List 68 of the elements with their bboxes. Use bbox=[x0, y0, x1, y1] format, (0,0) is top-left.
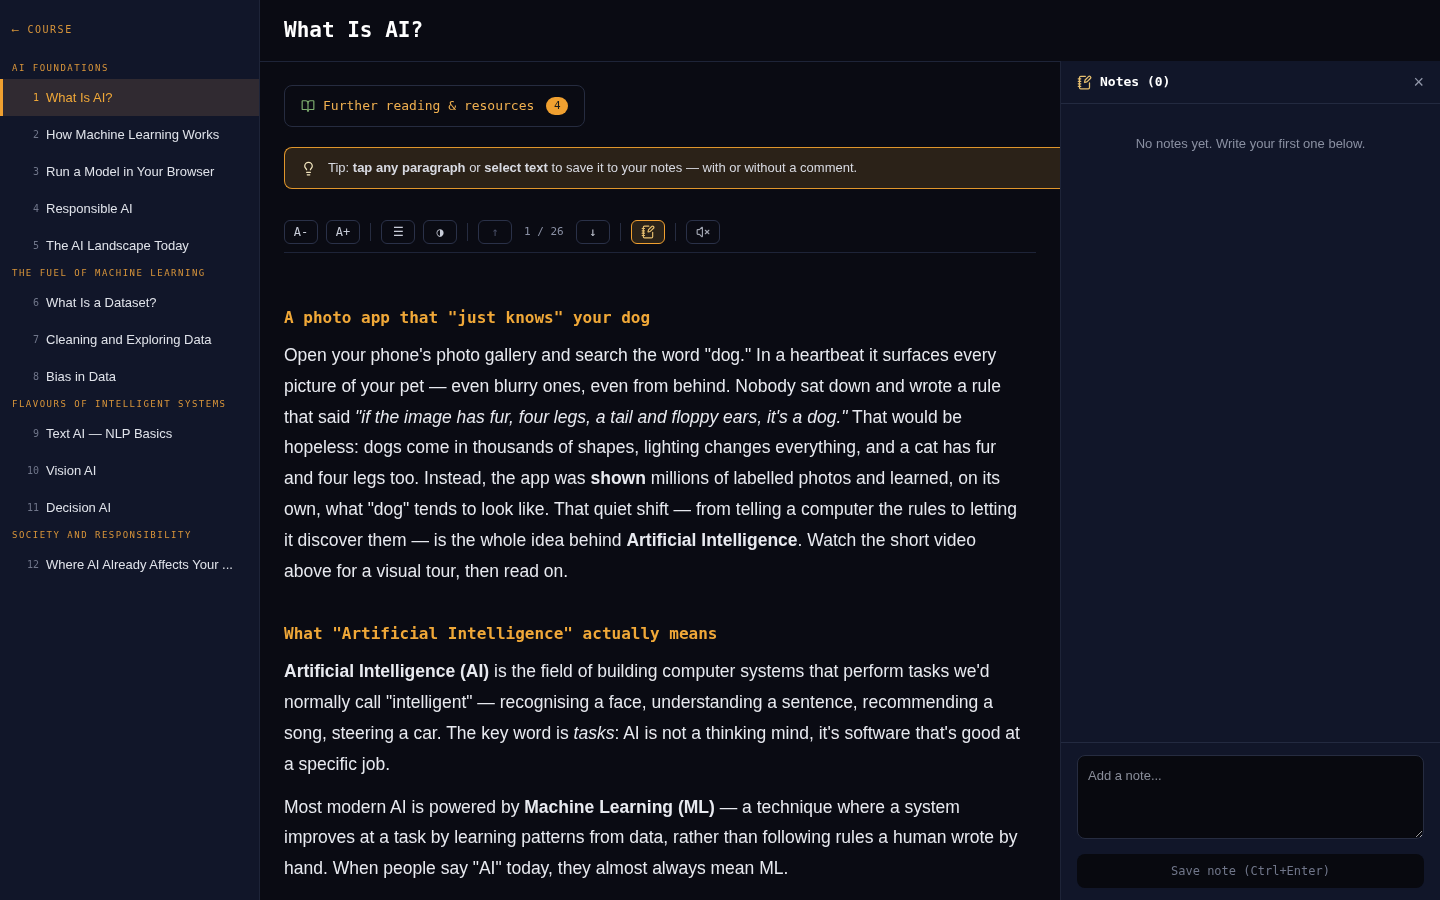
section-heading: A photo app that "just knows" your dog bbox=[284, 307, 652, 329]
empty-notes-message: No notes yet. Write your first one below. bbox=[1134, 135, 1367, 153]
back-link[interactable]: ⟵ COURSE bbox=[0, 22, 259, 37]
toolbar-button[interactable]: A+ bbox=[326, 220, 360, 244]
lesson-title: Cleaning and Exploring Data bbox=[46, 330, 212, 349]
lesson-number: 12 bbox=[27, 558, 39, 572]
resources-button[interactable]: Further reading & resources 4 bbox=[284, 85, 586, 127]
lesson-number: 5 bbox=[31, 239, 39, 253]
page-title: What Is AI? bbox=[284, 16, 424, 44]
note-input-field[interactable]: Add a note... bbox=[1077, 755, 1424, 839]
lesson-item[interactable]: 12 Where AI Already Affects Your ... bbox=[0, 546, 259, 583]
lesson-title: How Machine Learning Works bbox=[46, 125, 220, 144]
lesson-number: 11 bbox=[27, 501, 39, 515]
lesson-title: Vision AI bbox=[46, 461, 97, 480]
lesson-item[interactable]: 11 Decision AI bbox=[0, 489, 259, 526]
lesson-item[interactable]: 8 Bias in Data bbox=[0, 358, 259, 395]
lightbulb-icon bbox=[301, 160, 316, 176]
lesson-number: 10 bbox=[27, 464, 39, 478]
lesson-title: Run a Model in Your Browser bbox=[46, 162, 215, 181]
lesson-title: What Is AI? bbox=[46, 88, 113, 107]
lesson-number: 4 bbox=[31, 202, 39, 216]
toolbar-button[interactable]: A- bbox=[284, 220, 318, 244]
lesson-number: 2 bbox=[31, 128, 39, 142]
books-icon bbox=[301, 99, 315, 113]
paragraph[interactable]: Most modern AI is powered by Machine Learning (ML) — a technique where a system improves at a task by learning patterns from data, rather than following rules a human wrote by hand. When people say "AI" today, they almost always mean ML. bbox=[284, 791, 1024, 884]
muted-speaker-icon bbox=[695, 225, 710, 239]
lesson-number: 7 bbox=[31, 333, 39, 347]
tip-text: Tip: tap any paragraph or select text to save it to your notes — with or without a comment. bbox=[328, 159, 858, 178]
lesson-number: 9 bbox=[31, 427, 39, 441]
lesson-number: 1 bbox=[31, 91, 39, 105]
section-heading: THE FUEL OF MACHINE LEARNING bbox=[11, 267, 207, 281]
notepad-icon bbox=[1077, 74, 1092, 90]
lesson-title: Text AI — NLP Basics bbox=[46, 424, 173, 443]
lesson-number: 8 bbox=[31, 370, 39, 384]
lesson-title: The AI Landscape Today bbox=[46, 236, 189, 255]
page-counter: 1 / 26 bbox=[523, 223, 565, 240]
notes-title: Notes (0) bbox=[1100, 73, 1171, 92]
lesson-item[interactable]: 4 Responsible AI bbox=[0, 190, 259, 227]
lesson-item[interactable]: 6 What Is a Dataset? bbox=[0, 284, 259, 321]
section-heading: What "Artificial Intelligence" actually means bbox=[284, 623, 719, 646]
lesson-title: Where AI Already Affects Your ... bbox=[46, 555, 233, 574]
lesson-title: Bias in Data bbox=[46, 367, 117, 386]
notepad-icon bbox=[640, 225, 655, 239]
lesson-number: 6 bbox=[31, 296, 39, 310]
audio-button[interactable] bbox=[685, 220, 720, 244]
lesson-item[interactable]: 3 Run a Model in Your Browser bbox=[0, 153, 259, 190]
paragraph[interactable]: Open your phone's photo gallery and search the word "dog." In a heartbeat it surfaces every picture of your pet — even blurry ones, even from behind. Nobody sat down and wrote a rule that said "if the image has fur, four legs, a tail and floppy ears, it's a dog." That would be hopeless: dogs come in thousands of shapes, lighting changes everything, and a cat has fur and four legs too. Instead, the app was shown millions of labelled photos and learned, on its own, what "dog" tends to look like. That quiet shift — from telling a computer the rules to letting it discover them — is the whole idea behind Artificial Intelligence. Watch the short video above for a visual tour, then read on. bbox=[284, 340, 1024, 587]
save-note-button[interactable]: Save note (Ctrl+Enter) bbox=[1077, 854, 1424, 888]
toolbar-button[interactable]: ☰ bbox=[381, 220, 415, 244]
lesson-item[interactable]: 10 Vision AI bbox=[0, 452, 259, 489]
count-badge: 4 bbox=[546, 97, 569, 115]
lesson-item[interactable]: 9 Text AI — NLP Basics bbox=[0, 415, 259, 452]
lesson-item[interactable]: 7 Cleaning and Exploring Data bbox=[0, 321, 259, 358]
section-heading: AI FOUNDATIONS bbox=[11, 62, 110, 76]
section-heading: SOCIETY AND RESPONSIBILITY bbox=[11, 529, 193, 543]
lesson-item[interactable]: 1 What Is AI? bbox=[0, 79, 259, 116]
lesson-item[interactable]: 2 How Machine Learning Works bbox=[0, 116, 259, 153]
lesson-title: What Is a Dataset? bbox=[46, 293, 157, 312]
notes-toggle-button[interactable] bbox=[630, 220, 665, 244]
paragraph[interactable]: Artificial Intelligence (AI) is the field of building computer systems that perform tasks we'd normally call "intelligent" — recognising a face, understanding a sentence, recommending a song, steering a car. The key word is tasks: AI is not a thinking mind, it's software that's good at a specific job. bbox=[284, 656, 1024, 780]
toolbar-button[interactable]: ◑ bbox=[423, 220, 457, 244]
toolbar-button[interactable]: ↓ bbox=[575, 220, 610, 244]
lesson-number: 3 bbox=[31, 165, 39, 179]
lesson-item[interactable]: 5 The AI Landscape Today bbox=[0, 227, 259, 264]
close-button[interactable]: × bbox=[1413, 68, 1424, 96]
lesson-title: Responsible AI bbox=[46, 199, 133, 218]
lesson-title: Decision AI bbox=[46, 498, 112, 517]
section-heading: FLAVOURS OF INTELLIGENT SYSTEMS bbox=[11, 398, 228, 412]
